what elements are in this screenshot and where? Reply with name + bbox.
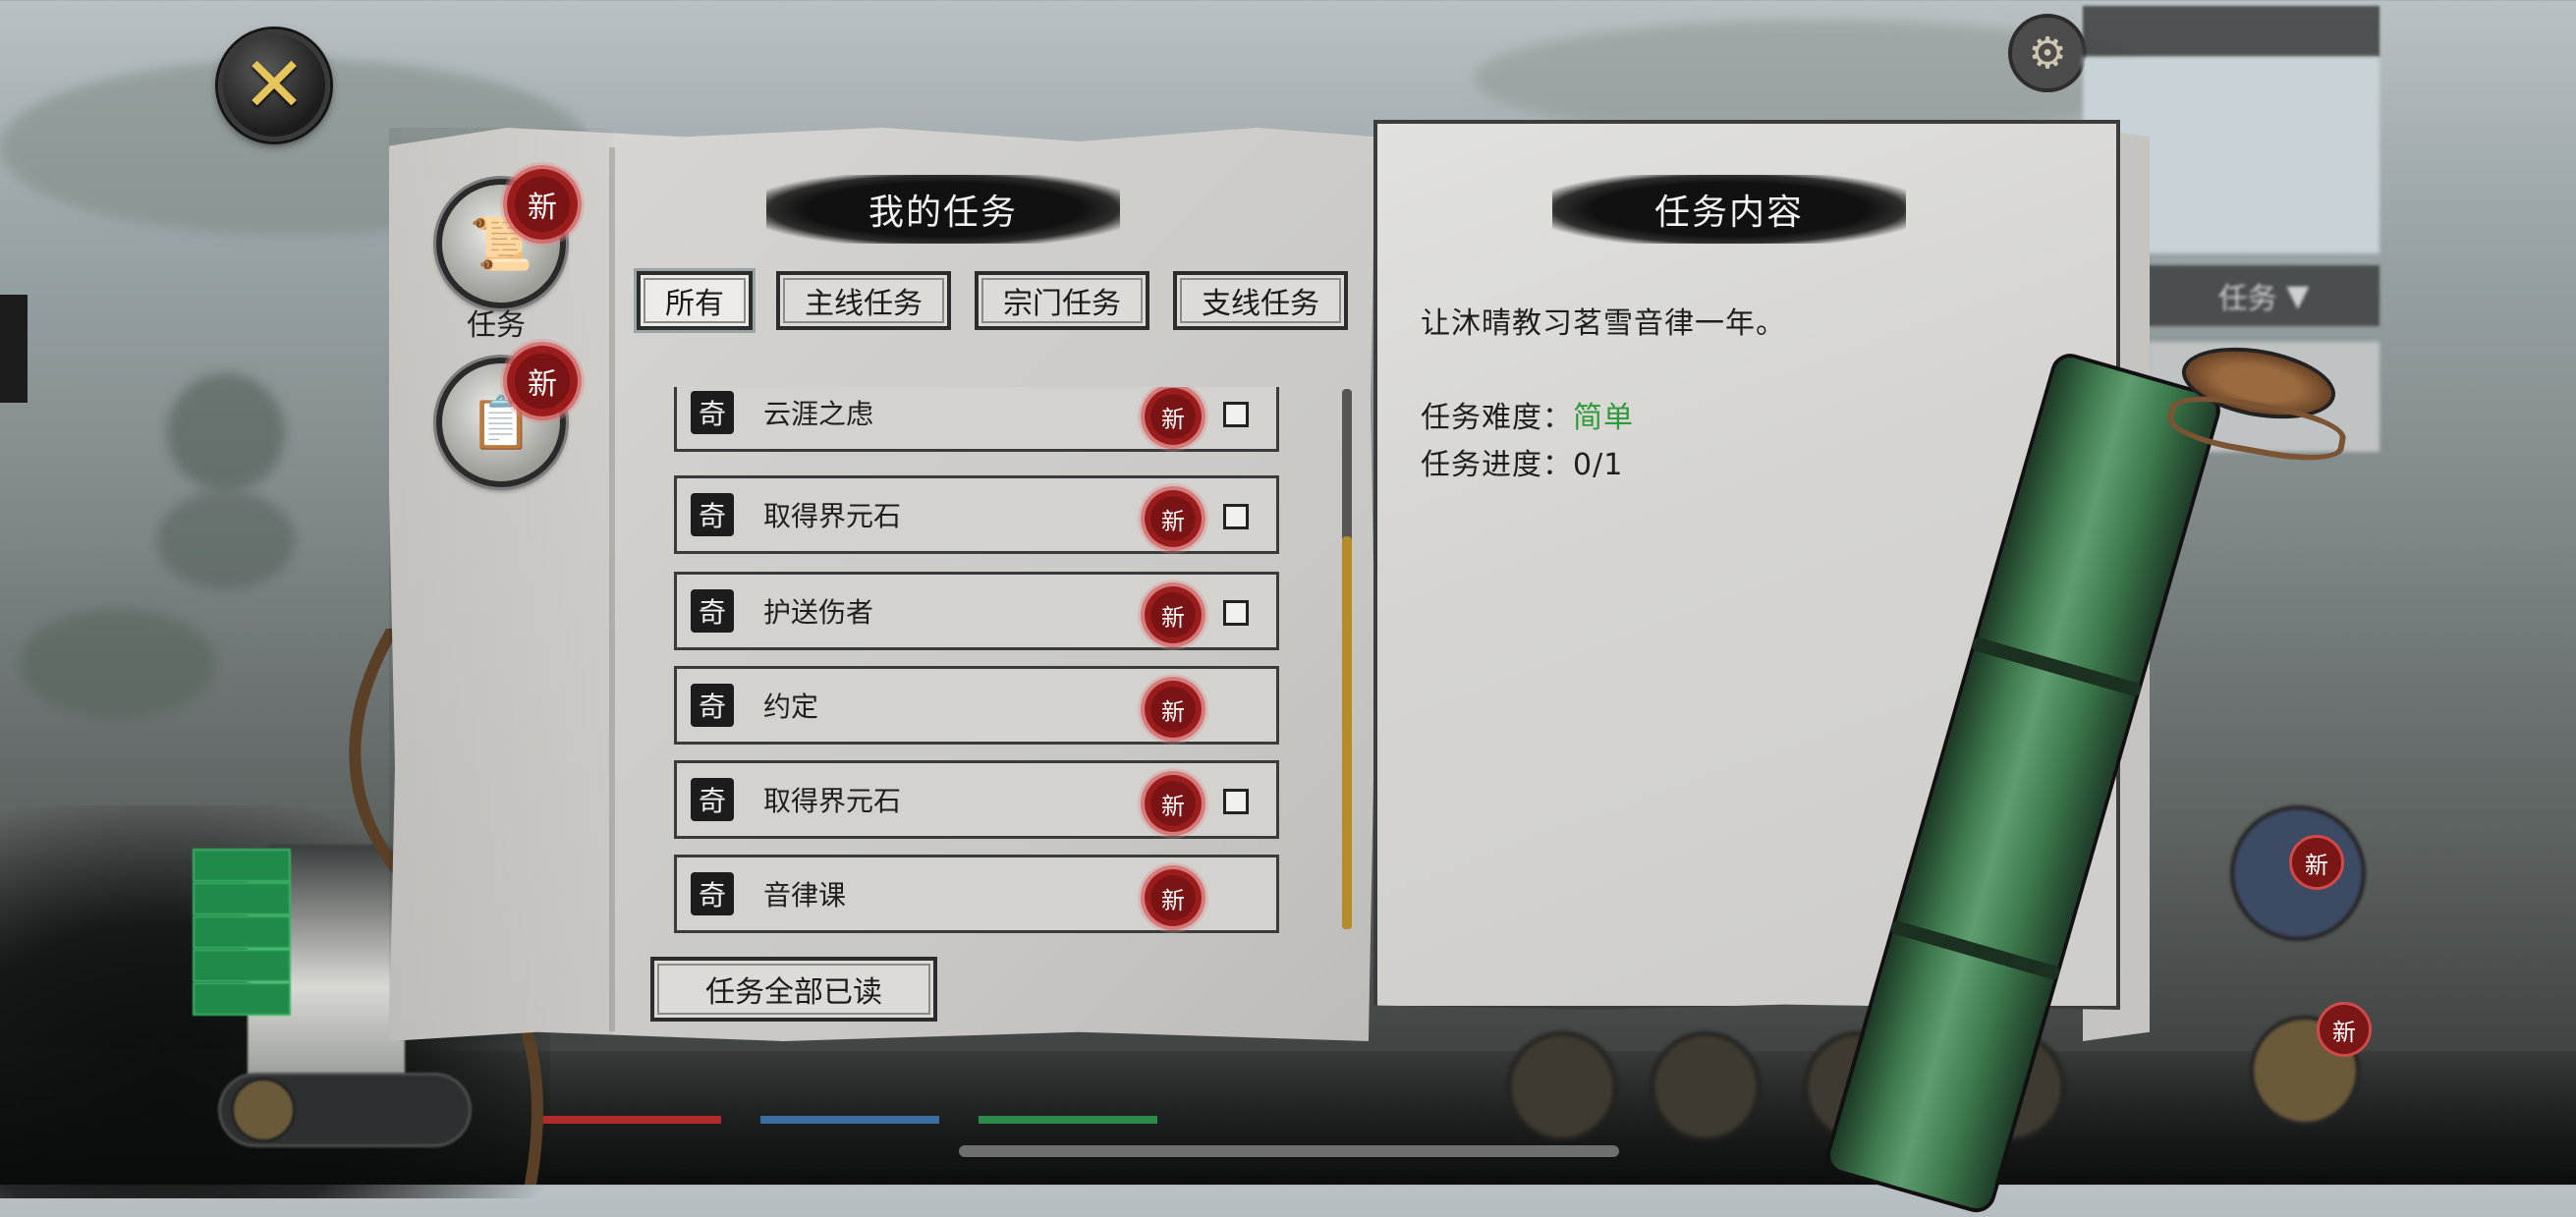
hud-quest-tab[interactable]: 任务 ▼: [2148, 265, 2380, 326]
task-difficulty: 任务难度：简单: [1421, 393, 1634, 436]
task-kind-icon: 奇: [691, 684, 734, 727]
task-row[interactable]: 奇 取得界元石 新: [674, 475, 1279, 554]
character-avatar-ring: [231, 1078, 296, 1142]
new-badge: 新: [507, 346, 578, 416]
task-description: 让沐晴教习茗雪音律一年。: [1421, 306, 1786, 341]
tab-main-quest[interactable]: 主线任务: [776, 271, 951, 330]
task-track-checkbox[interactable]: [1223, 600, 1249, 626]
home-indicator[interactable]: [959, 1145, 1619, 1157]
new-badge: 新: [1145, 681, 1202, 738]
task-kind-icon: 奇: [691, 778, 734, 821]
new-badge-text: 新: [2332, 1018, 2356, 1046]
quick-button[interactable]: [193, 949, 291, 982]
quick-button[interactable]: [193, 915, 291, 949]
hud-quest-tab-label: 任务: [2217, 282, 2277, 316]
new-badge-text: 新: [2305, 851, 2328, 879]
task-kind-icon: 奇: [691, 391, 734, 434]
background-tree: [157, 491, 295, 589]
close-icon: ✕: [242, 41, 307, 130]
new-badge: 新: [1145, 388, 1202, 445]
new-badge-text: 新: [528, 367, 557, 402]
quick-button[interactable]: [193, 849, 291, 882]
new-badge-text: 新: [528, 191, 557, 225]
exp-bar: [979, 1116, 1157, 1124]
task-list[interactable]: 奇 云涯之虑 新 奇 取得界元石 新 奇 护送伤者 新 奇 约定 新 奇 取得界…: [674, 387, 1279, 935]
task-list-scroll-thumb[interactable]: [1342, 536, 1352, 929]
tab-side-quest[interactable]: 支线任务: [1173, 271, 1348, 330]
background-tree: [20, 609, 216, 717]
quest-nav-label: 任务: [467, 308, 526, 343]
bottom-menu-icon[interactable]: [1507, 1031, 1617, 1141]
bamboo-node: [1970, 636, 2143, 698]
quick-button[interactable]: [193, 982, 291, 1016]
progress-value: 0/1: [1573, 448, 1624, 482]
task-kind-icon: 奇: [691, 589, 734, 633]
status-bar: [2083, 6, 2380, 57]
quick-button[interactable]: [193, 882, 291, 915]
difficulty-label: 任务难度：: [1421, 401, 1573, 435]
my-tasks-header: 我的任务: [766, 175, 1120, 244]
side-fragment: [0, 295, 28, 403]
task-row[interactable]: 奇 取得界元石 新: [674, 760, 1279, 839]
difficulty-value: 简单: [1573, 401, 1634, 435]
panel-divider: [609, 147, 615, 1031]
task-track-checkbox[interactable]: [1223, 789, 1249, 814]
task-detail-title: 任务内容: [1653, 193, 1804, 233]
background-tree: [167, 373, 285, 491]
tab-sect-quest[interactable]: 宗门任务: [975, 271, 1149, 330]
task-row[interactable]: 奇 护送伤者 新: [674, 572, 1279, 650]
new-badge: 新: [1145, 490, 1202, 547]
task-filter-tabs: 所有 主线任务 宗门任务 支线任务: [637, 271, 1348, 330]
close-button[interactable]: ✕: [218, 29, 330, 141]
mp-bar: [760, 1116, 939, 1124]
new-badge: 新: [1145, 775, 1202, 832]
task-track-checkbox[interactable]: [1223, 402, 1249, 427]
new-badge: 新: [2317, 1002, 2372, 1057]
new-badge: 新: [507, 169, 578, 240]
task-row[interactable]: 奇 云涯之虑 新: [674, 387, 1279, 452]
stat-bars: [542, 1090, 1157, 1130]
mark-all-read-button[interactable]: 任务全部已读: [650, 957, 937, 1022]
new-badge: 新: [2289, 835, 2344, 890]
bamboo-node: [1889, 919, 2062, 981]
task-progress: 任务进度：0/1: [1421, 440, 1623, 483]
task-detail-header: 任务内容: [1552, 175, 1906, 244]
settings-gear-icon[interactable]: ⚙: [2008, 14, 2087, 92]
task-row[interactable]: 奇 约定 新: [674, 666, 1279, 745]
task-kind-icon: 奇: [691, 872, 734, 915]
task-track-checkbox[interactable]: [1223, 504, 1249, 529]
tab-all[interactable]: 所有: [637, 271, 753, 330]
bottom-menu-icon[interactable]: [1651, 1031, 1761, 1141]
new-badge: 新: [1145, 869, 1202, 926]
task-row[interactable]: 奇 音律课 新: [674, 855, 1279, 933]
task-kind-icon: 奇: [691, 493, 734, 536]
progress-label: 任务进度：: [1421, 448, 1573, 482]
new-badge: 新: [1145, 586, 1202, 643]
my-tasks-title: 我的任务: [868, 193, 1018, 233]
